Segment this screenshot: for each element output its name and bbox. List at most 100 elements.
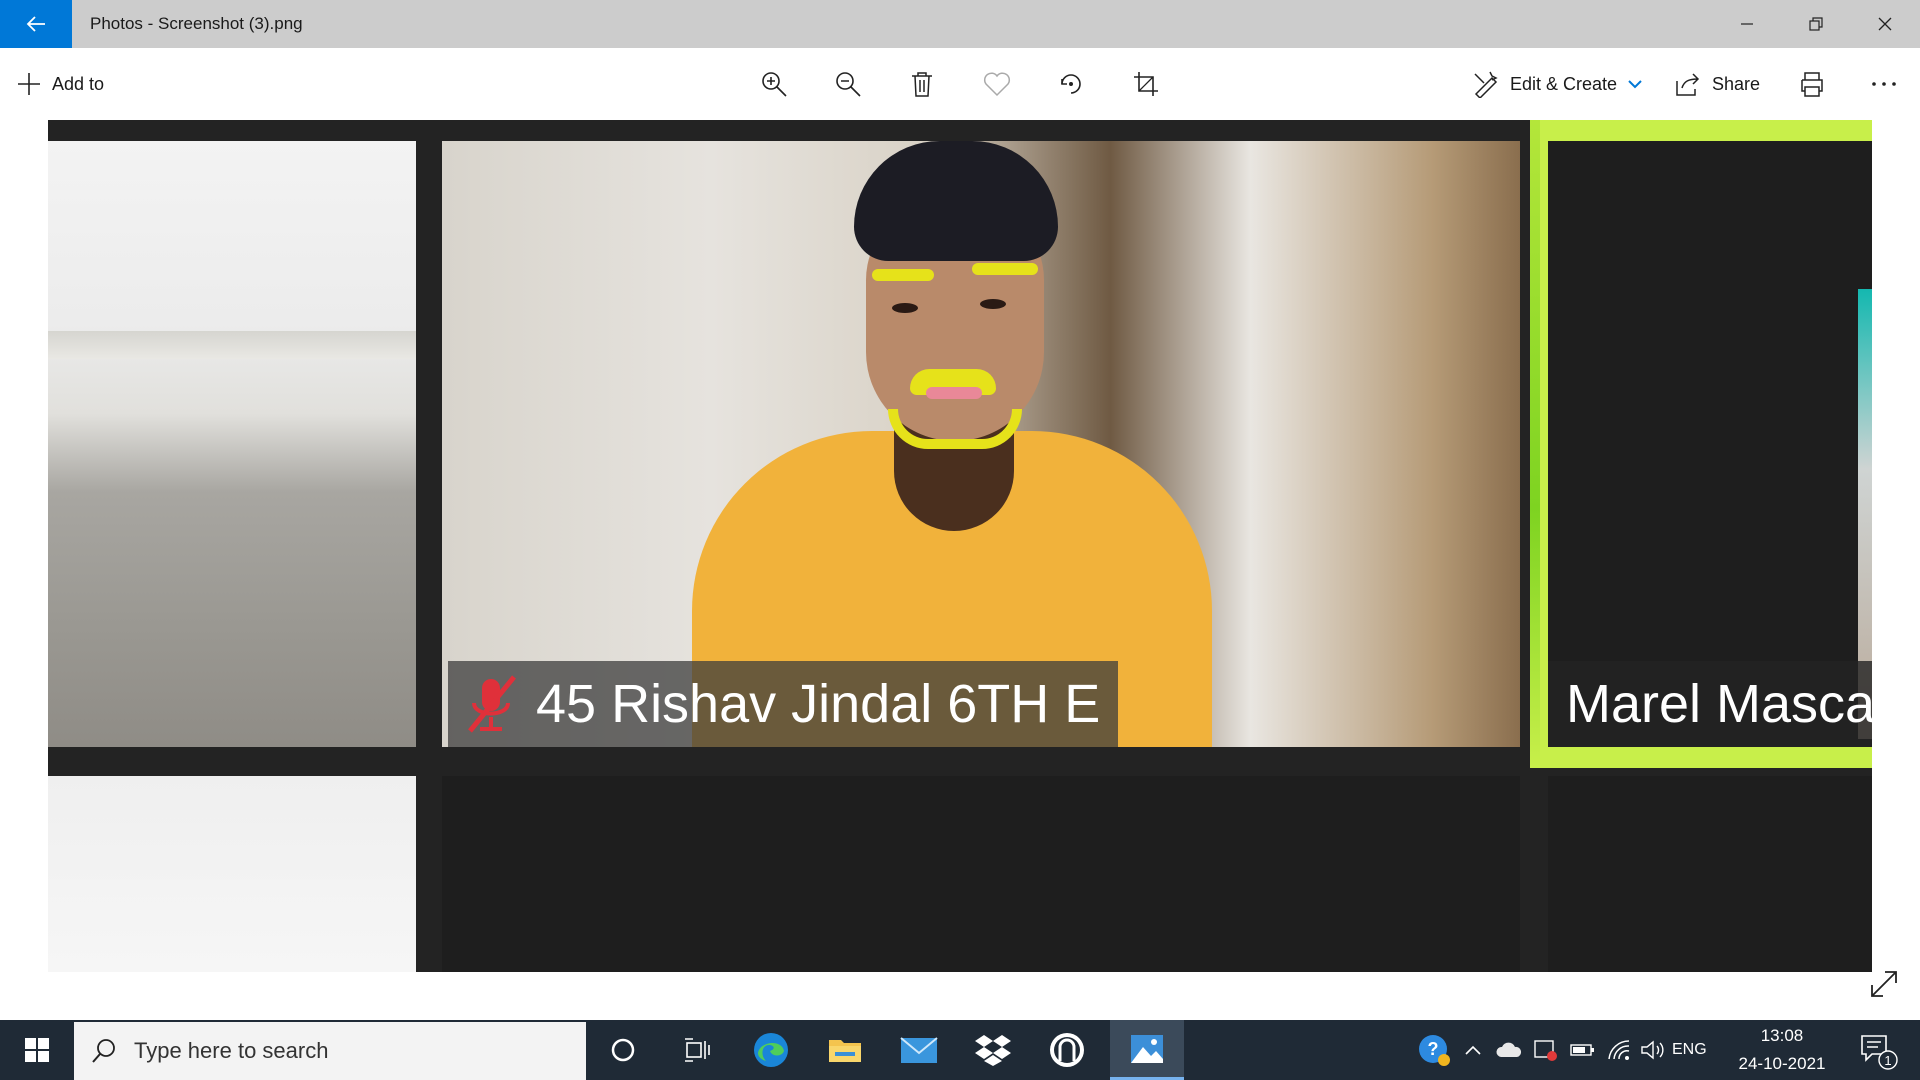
favorite-icon	[983, 72, 1011, 97]
crop-icon	[1134, 72, 1158, 96]
cloud-icon	[1496, 1042, 1522, 1057]
chevron-up-icon	[1465, 1045, 1481, 1055]
clock-time: 13:08	[1760, 1026, 1804, 1045]
dropbox-button[interactable]	[956, 1020, 1030, 1080]
svg-text:?: ?	[1428, 1039, 1439, 1059]
participant-tile-center: 45 Rishav Jindal 6TH E	[442, 141, 1520, 747]
active-speaker-video: Marel Masca	[1548, 141, 1872, 747]
share-icon	[1676, 73, 1700, 96]
photo-viewport[interactable]: 45 Rishav Jindal 6TH E Marel Masca	[48, 120, 1872, 972]
zoom-out-icon	[836, 72, 861, 97]
more-options-button[interactable]	[1866, 66, 1902, 102]
help-tray-button[interactable]: ?	[1412, 1020, 1456, 1080]
edit-create-button[interactable]: Edit & Create	[1472, 48, 1643, 120]
delete-icon	[912, 72, 932, 97]
expand-icon	[1871, 971, 1897, 997]
taskbar-search-box[interactable]: Type here to search	[74, 1022, 586, 1080]
title-bar: Photos - Screenshot (3).png	[0, 0, 1920, 48]
rotate-button[interactable]	[1053, 66, 1089, 102]
mail-icon	[900, 1037, 938, 1063]
dropbox-icon	[975, 1035, 1011, 1066]
zoom-in-icon	[762, 72, 787, 97]
restore-icon	[1808, 17, 1823, 31]
mail-button[interactable]	[882, 1020, 956, 1080]
back-button[interactable]	[0, 0, 72, 48]
favorite-button[interactable]	[979, 66, 1015, 102]
taskbar: Type here to search ? ENG 13:08 24-10-20…	[0, 1020, 1920, 1080]
file-explorer-icon	[829, 1040, 861, 1062]
back-arrow-icon	[26, 16, 45, 32]
more-icon	[1872, 82, 1896, 86]
cortana-icon	[611, 1038, 635, 1062]
person-hair-shape	[854, 141, 1058, 261]
start-button[interactable]	[0, 1020, 74, 1080]
mouth-shape	[926, 387, 982, 399]
input-language-indicator[interactable]: ENG	[1672, 1020, 1707, 1080]
edit-create-icon	[1474, 71, 1498, 98]
photos-icon	[1131, 1034, 1163, 1063]
plus-icon	[18, 73, 40, 95]
speaker-icon	[1641, 1040, 1664, 1060]
participant-name-tag: 45 Rishav Jindal 6TH E	[448, 661, 1118, 747]
battery-icon	[1570, 1044, 1594, 1056]
edit-create-label: Edit & Create	[1510, 73, 1618, 94]
share-button[interactable]: Share	[1674, 48, 1760, 120]
help-icon: ?	[1419, 1035, 1450, 1066]
photos-taskbar-button[interactable]	[1110, 1020, 1184, 1080]
filter-eyebrow-right	[972, 263, 1038, 275]
delete-button[interactable]	[904, 66, 940, 102]
chevron-down-icon	[1628, 80, 1642, 89]
active-speaker-name-tag: Marel Masca	[1548, 661, 1872, 747]
task-view-icon	[685, 1038, 710, 1062]
battery-tray-button[interactable]	[1568, 1020, 1598, 1080]
print-button[interactable]	[1794, 66, 1830, 102]
taskbar-clock[interactable]: 13:08 24-10-2021	[1722, 1020, 1842, 1080]
add-to-button[interactable]: Add to	[16, 48, 104, 120]
participant-tile-bottom-right	[1548, 776, 1872, 972]
action-center-button[interactable]: 1	[1848, 1020, 1908, 1080]
close-icon	[1878, 17, 1891, 31]
participant-tile-bottom-left	[48, 776, 416, 972]
eye-right-shape	[980, 299, 1006, 309]
file-explorer-button[interactable]	[808, 1020, 882, 1080]
active-speaker-border-accent	[1530, 120, 1540, 768]
volume-tray-button[interactable]	[1638, 1020, 1668, 1080]
cortana-button[interactable]	[586, 1020, 660, 1080]
onedrive-tray-button[interactable]	[1494, 1020, 1524, 1080]
muted-microphone-icon	[468, 675, 516, 733]
edge-icon	[754, 1033, 788, 1067]
filter-eyebrow-left	[872, 269, 934, 281]
crop-button[interactable]	[1128, 66, 1164, 102]
eye-left-shape	[892, 303, 918, 313]
print-icon	[1801, 72, 1823, 97]
search-icon	[92, 1039, 115, 1063]
participant-tile-active-speaker: Marel Masca	[1530, 120, 1872, 768]
show-hidden-icons-button[interactable]	[1460, 1020, 1486, 1080]
restore-button[interactable]	[1781, 0, 1850, 48]
window-title: Photos - Screenshot (3).png	[90, 14, 303, 33]
security-tray-button[interactable]	[1530, 1020, 1560, 1080]
search-placeholder: Type here to search	[134, 1038, 329, 1063]
participant-tile-bottom-center	[442, 776, 1520, 972]
defender-icon	[1534, 1040, 1557, 1061]
steam-button[interactable]	[1030, 1020, 1104, 1080]
minimize-button[interactable]	[1712, 0, 1781, 48]
close-button[interactable]	[1850, 0, 1919, 48]
zoom-out-button[interactable]	[830, 66, 866, 102]
steam-icon	[1050, 1033, 1084, 1067]
participant-name: 45 Rishav Jindal 6TH E	[536, 674, 1101, 734]
zoom-in-button[interactable]	[756, 66, 792, 102]
filter-beard	[888, 409, 1022, 449]
clock-date: 24-10-2021	[1738, 1054, 1826, 1073]
notification-count: 1	[1884, 1053, 1891, 1068]
windows-logo-icon	[25, 1038, 49, 1062]
network-tray-button[interactable]	[1604, 1020, 1634, 1080]
add-to-label: Add to	[52, 73, 105, 94]
task-view-button[interactable]	[660, 1020, 734, 1080]
minimize-icon	[1740, 23, 1753, 25]
edge-button[interactable]	[734, 1020, 808, 1080]
full-screen-button[interactable]	[1864, 964, 1904, 1004]
wifi-icon	[1608, 1040, 1630, 1060]
share-label: Share	[1712, 73, 1761, 94]
participant-tile-left	[48, 141, 416, 747]
